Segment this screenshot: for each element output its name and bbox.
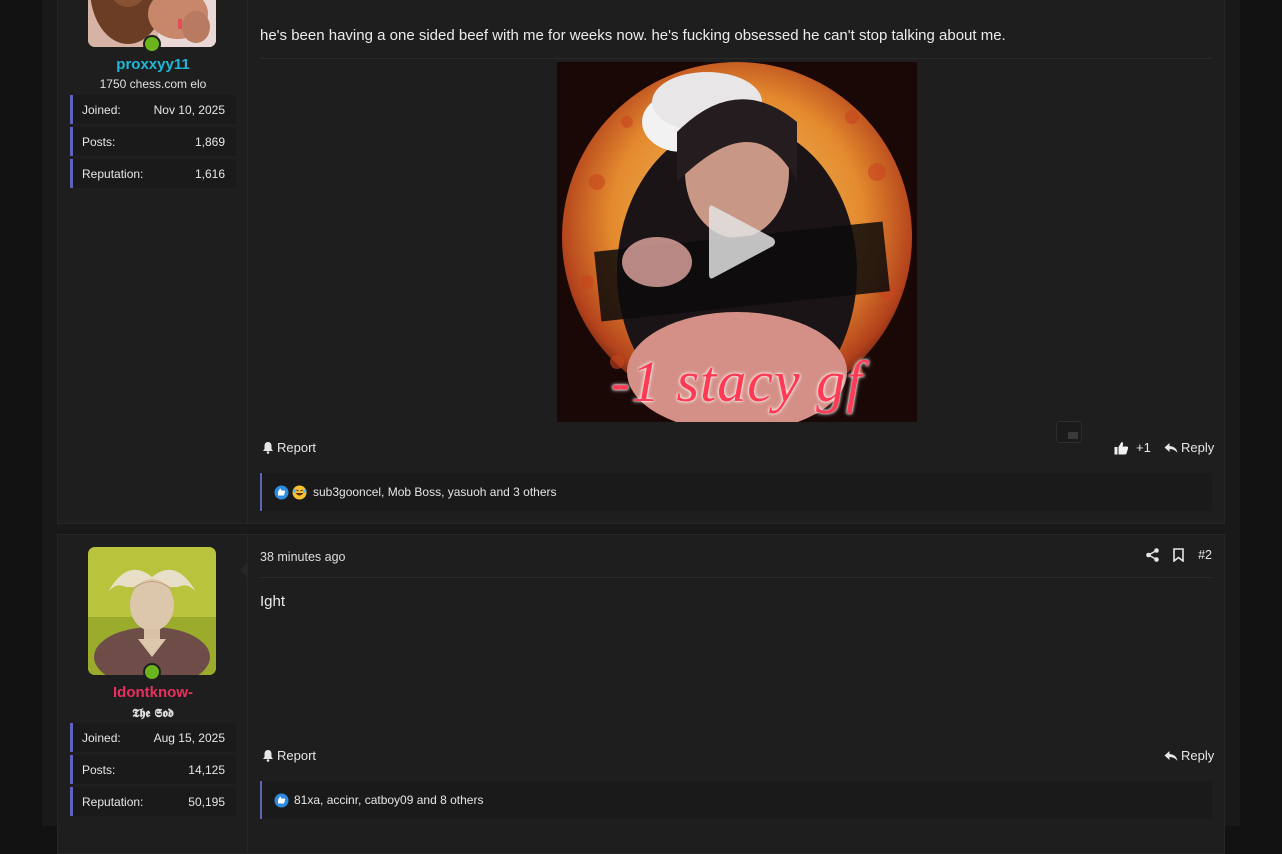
post-message: he's been having a one sided beef with m… (260, 27, 1006, 44)
reply-icon (1164, 750, 1178, 761)
post-content: 38 minutes ago #2 Ight Report Reply 81xa… (260, 535, 1214, 853)
post-2: Idontknow- 𝕿𝖍𝖊 𝕾𝖔𝖉 Joined: Aug 15, 2025 … (57, 534, 1225, 854)
report-button[interactable]: Report (262, 748, 316, 763)
laugh-reaction-icon (292, 485, 307, 499)
stat-value: 50,195 (188, 794, 225, 809)
like-reaction-icon (274, 793, 289, 807)
stat-reputation: Reputation: 1,616 (70, 159, 236, 188)
stat-label: Reputation: (82, 794, 144, 809)
bell-icon (263, 750, 273, 762)
user-title: 𝕿𝖍𝖊 𝕾𝖔𝖉 (132, 706, 174, 720)
stat-reputation: Reputation: 50,195 (70, 787, 236, 816)
post-content: he's been having a one sided beef with m… (260, 0, 1214, 523)
post-tools: #2 (1146, 548, 1212, 562)
user-info-column: proxxyy11 1750 chess.com elo Joined: Nov… (58, 0, 248, 523)
like-button[interactable]: +1 (1114, 440, 1151, 455)
reply-icon (1164, 442, 1178, 453)
reply-label: Reply (1181, 440, 1215, 455)
thumbs-up-icon (1114, 441, 1129, 454)
stat-value: 1,616 (194, 166, 225, 181)
online-indicator (143, 663, 161, 681)
stat-label: Joined: (82, 730, 121, 745)
stat-label: Reputation: (82, 166, 144, 181)
stat-value: Aug 15, 2025 (153, 730, 225, 745)
stat-joined: Joined: Aug 15, 2025 (70, 723, 236, 752)
reactions-text[interactable]: 81xa, accinr, catboy09 and 8 others (294, 793, 483, 807)
user-title: 1750 chess.com elo (99, 77, 207, 91)
stat-posts: Posts: 14,125 (70, 755, 236, 784)
post-number[interactable]: #2 (1198, 548, 1212, 562)
stat-posts: Posts: 1,869 (70, 127, 236, 156)
stat-value: Nov 10, 2025 (153, 102, 225, 117)
stat-value: 1,869 (194, 134, 225, 149)
report-label: Report (277, 440, 317, 455)
reply-button[interactable]: Reply (1164, 748, 1214, 763)
bookmark-icon[interactable] (1173, 548, 1184, 562)
post-message: Ight (260, 593, 286, 610)
username[interactable]: proxxyy11 (58, 56, 248, 73)
like-count: +1 (1136, 440, 1151, 455)
stat-label: Posts: (82, 134, 116, 149)
stat-value: 14,125 (188, 762, 225, 777)
video-caption: -1 stacy gf (610, 349, 864, 414)
reply-label: Reply (1181, 748, 1215, 763)
reactions-bar[interactable]: sub3gooncel, Mob Boss, yasuoh and 3 othe… (260, 473, 1212, 511)
post-arrow (240, 561, 248, 579)
avatar[interactable] (88, 547, 216, 675)
user-info-column: Idontknow- 𝕿𝖍𝖊 𝕾𝖔𝖉 Joined: Aug 15, 2025 … (58, 535, 248, 853)
reactions-bar[interactable]: 81xa, accinr, catboy09 and 8 others (260, 781, 1212, 819)
video-player[interactable]: -1 stacy gf (557, 62, 917, 422)
divider (260, 58, 1212, 59)
online-indicator (143, 35, 161, 53)
report-button[interactable]: Report (262, 440, 316, 455)
post-time[interactable]: 38 minutes ago (260, 550, 345, 564)
username[interactable]: Idontknow- (58, 684, 248, 701)
stat-joined: Joined: Nov 10, 2025 (70, 95, 236, 124)
stat-label: Joined: (82, 102, 121, 117)
post-1: proxxyy11 1750 chess.com elo Joined: Nov… (57, 0, 1225, 524)
like-reaction-icon (274, 485, 289, 499)
bell-icon (263, 442, 273, 454)
reply-button[interactable]: Reply (1164, 440, 1214, 455)
report-label: Report (277, 748, 317, 763)
picture-in-picture-icon[interactable] (1056, 421, 1082, 443)
share-icon[interactable] (1146, 548, 1159, 562)
reactions-text[interactable]: sub3gooncel, Mob Boss, yasuoh and 3 othe… (313, 485, 557, 499)
divider (260, 577, 1212, 578)
stat-label: Posts: (82, 762, 116, 777)
play-icon[interactable] (705, 202, 779, 282)
